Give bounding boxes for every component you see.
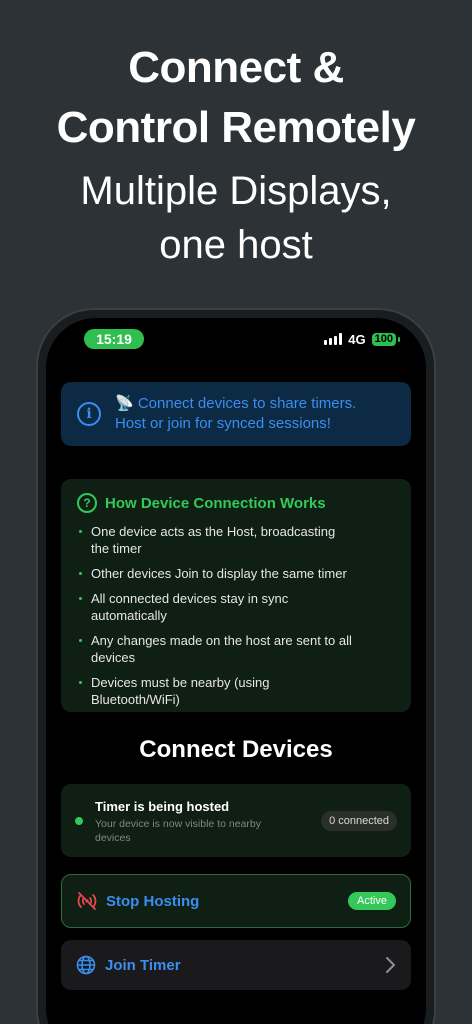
- connected-count-badge: 0 connected: [321, 811, 397, 831]
- list-item: Devices must be nearby (using Bluetooth/…: [77, 674, 395, 708]
- broadcast-off-icon: [77, 892, 97, 910]
- status-indicators: 4G 100: [324, 331, 401, 347]
- how-it-works-card: ? How Device Connection Works One device…: [61, 479, 411, 712]
- how-it-works-title: How Device Connection Works: [105, 494, 326, 512]
- join-timer-label: Join Timer: [105, 956, 181, 974]
- promo-subhead-line2: one host: [159, 223, 313, 267]
- phone-screen: 15:19 4G 100 i 📡 Connect devices to shar…: [46, 318, 426, 1024]
- host-status-subtitle: Your device is now visible to nearby dev…: [95, 818, 261, 844]
- list-item: Any changes made on the host are sent to…: [77, 632, 395, 666]
- stop-hosting-button[interactable]: Stop Hosting Active: [61, 874, 411, 928]
- promo-headline-line1: Connect &: [128, 43, 344, 92]
- question-circle-icon: ?: [77, 493, 97, 513]
- how-it-works-list: One device acts as the Host, broadcastin…: [77, 523, 395, 708]
- host-status-card: Timer is being hosted Your device is now…: [61, 784, 411, 857]
- globe-icon: [76, 955, 96, 975]
- active-badge: Active: [348, 892, 396, 910]
- signal-icon: [324, 333, 343, 345]
- promo-headline-line2: Control Remotely: [56, 103, 416, 152]
- status-dot-icon: [75, 817, 83, 825]
- join-timer-button[interactable]: Join Timer: [61, 940, 411, 990]
- promo-subhead-line1: Multiple Displays,: [80, 169, 392, 213]
- status-bar: 15:19 4G 100: [46, 318, 426, 362]
- stop-hosting-label: Stop Hosting: [106, 892, 200, 910]
- info-banner-line2: Host or join for synced sessions!: [115, 415, 331, 432]
- host-status-title: Timer is being hosted: [95, 799, 230, 814]
- battery-icon: 100: [371, 332, 401, 346]
- info-banner-line1: 📡 Connect devices to share timers.: [115, 395, 357, 412]
- how-it-works-header: ? How Device Connection Works: [77, 493, 395, 513]
- list-item: One device acts as the Host, broadcastin…: [77, 523, 395, 557]
- network-label: 4G: [348, 331, 366, 347]
- info-icon: i: [77, 402, 101, 426]
- chevron-right-icon: [386, 957, 395, 973]
- promo-subhead: Multiple Displays, one host: [0, 164, 472, 272]
- status-time: 15:19: [84, 329, 144, 349]
- info-banner: i 📡 Connect devices to share timers. Hos…: [61, 382, 411, 446]
- list-item: Other devices Join to display the same t…: [77, 565, 395, 582]
- info-banner-text: 📡 Connect devices to share timers. Host …: [115, 394, 356, 434]
- connect-devices-title: Connect Devices: [139, 736, 333, 763]
- list-item: All connected devices stay in sync autom…: [77, 590, 395, 624]
- promo-headline: Connect & Control Remotely: [0, 38, 472, 158]
